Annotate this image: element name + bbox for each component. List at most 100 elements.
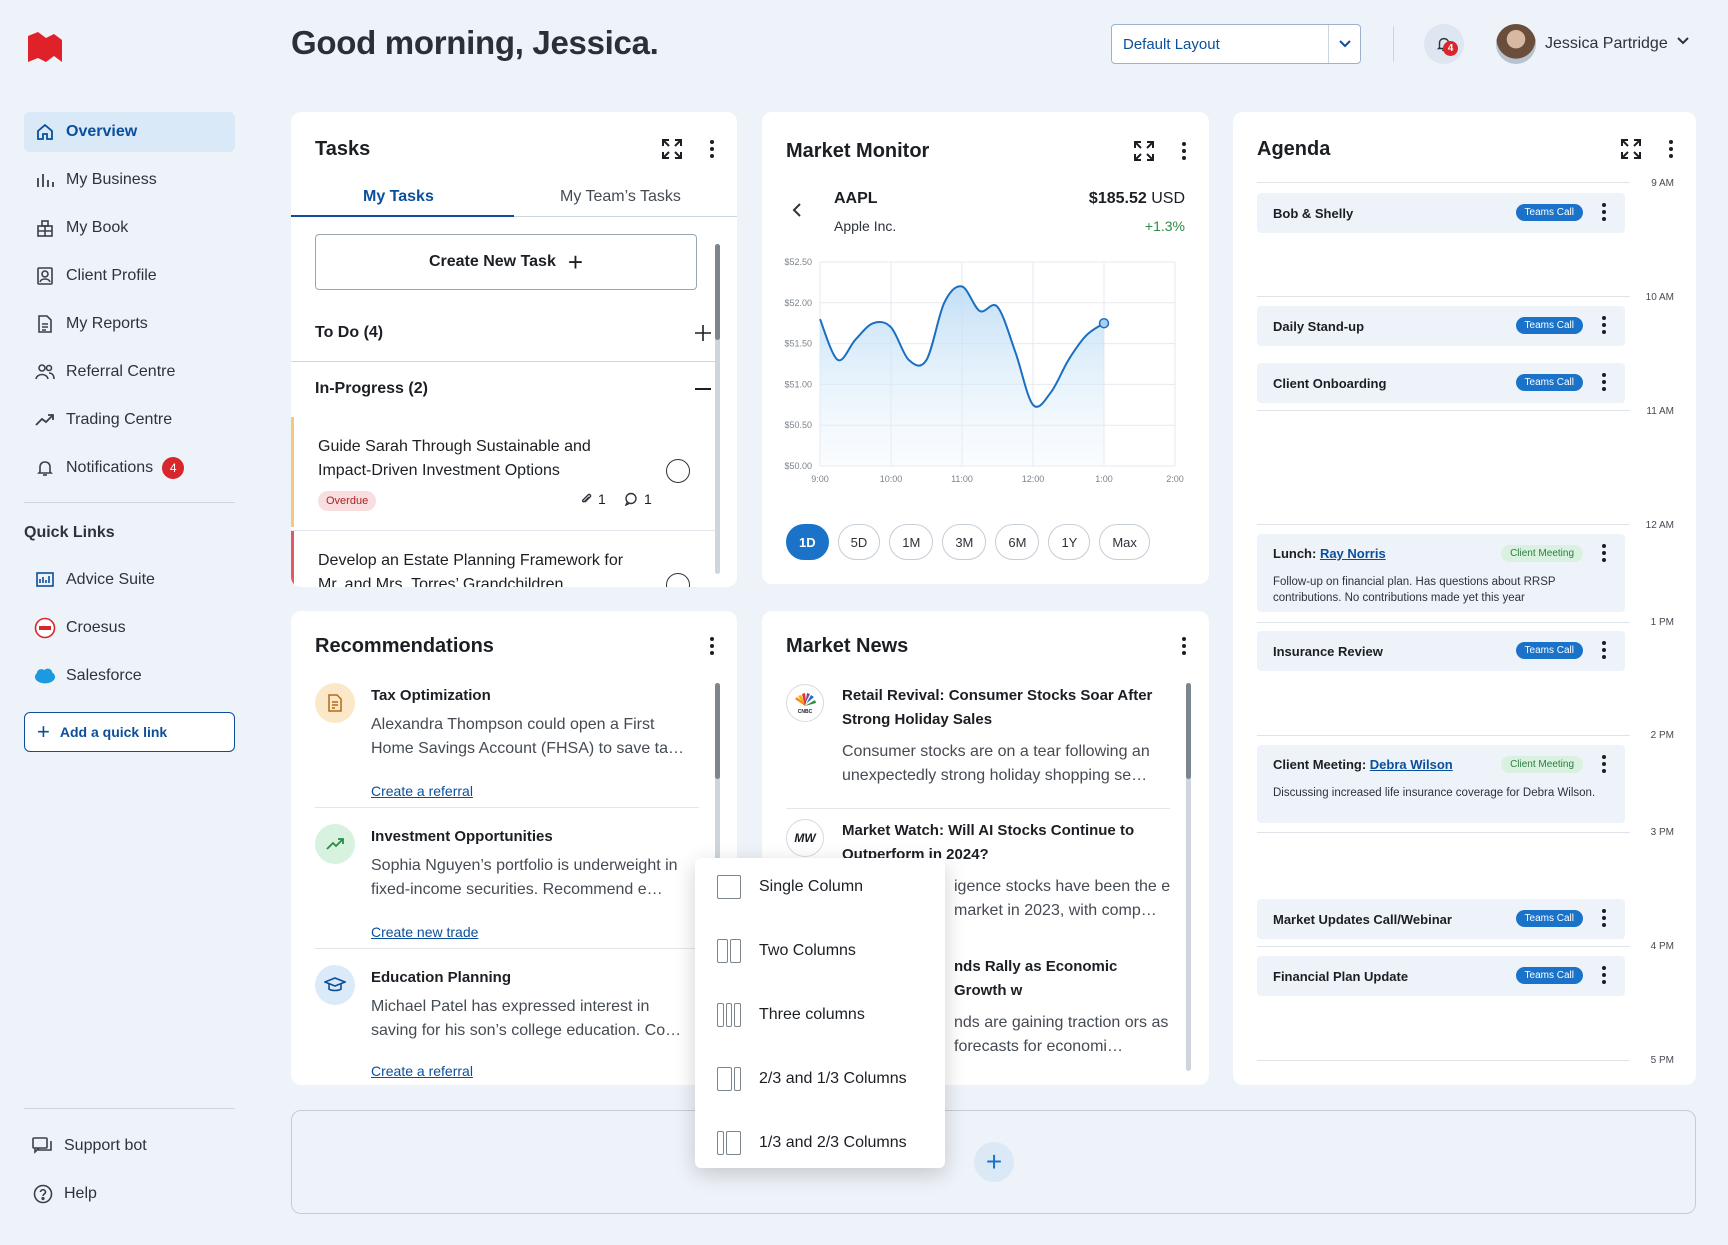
more-options-icon[interactable] [1601, 755, 1607, 773]
expand-plus-icon[interactable] [695, 325, 711, 341]
task-item[interactable]: Develop an Estate Planning Framework for… [291, 531, 715, 587]
task-complete-checkbox[interactable] [666, 459, 690, 483]
sidebar-item-client-profile[interactable]: Client Profile [24, 256, 235, 296]
brand-logo[interactable] [26, 32, 64, 66]
task-complete-checkbox[interactable] [666, 573, 690, 587]
marketwatch-logo-icon: MW [786, 819, 824, 857]
agenda-event[interactable]: Bob & Shelly Teams Call [1257, 193, 1625, 233]
tasks-card: Tasks My Tasks My Team’s Tasks Create Ne… [291, 112, 737, 587]
news-headline: Retail Revival: Consumer Stocks Soar Aft… [842, 687, 1153, 728]
range-1y-button[interactable]: 1Y [1048, 524, 1091, 560]
tab-my-tasks[interactable]: My Tasks [363, 188, 434, 206]
add-quick-link-button[interactable]: + Add a quick link [24, 712, 235, 752]
sidebar-item-my-reports[interactable]: My Reports [24, 304, 235, 344]
add-widget-plus-icon[interactable]: + [974, 1142, 1014, 1182]
client-name-link[interactable]: Ray Norris [1320, 546, 1386, 561]
agenda-event[interactable]: Lunch: Ray Norris Client Meeting Follow-… [1257, 534, 1625, 612]
more-options-icon[interactable] [1601, 373, 1607, 391]
sidebar-item-referral-centre[interactable]: Referral Centre [24, 352, 235, 392]
agenda-event[interactable]: Client Onboarding Teams Call [1257, 363, 1625, 403]
quick-link-croesus[interactable]: Croesus [24, 608, 235, 648]
sidebar-item-my-business[interactable]: My Business [24, 160, 235, 200]
notifications-button[interactable]: 4 [1424, 24, 1464, 64]
more-options-icon[interactable] [1601, 203, 1607, 221]
more-options-icon[interactable] [709, 140, 715, 158]
collapse-minus-icon[interactable] [695, 388, 711, 390]
avatar[interactable] [1496, 24, 1536, 64]
menu-item-two-thirds-one-third[interactable]: 2/3 and 1/3 Columns [717, 1067, 907, 1091]
event-type-badge: Teams Call [1515, 317, 1583, 334]
event-type-badge: Teams Call [1515, 642, 1583, 659]
more-options-icon[interactable] [1181, 637, 1187, 655]
range-6m-button[interactable]: 6M [995, 524, 1040, 560]
range-1m-button[interactable]: 1M [889, 524, 934, 560]
tasks-scrollbar[interactable] [715, 244, 720, 574]
todo-section-header[interactable]: To Do (4) [315, 324, 711, 342]
inprogress-label: In-Progress (2) [315, 380, 428, 397]
sidebar-item-label: My Reports [66, 315, 148, 332]
recommendations-tools [709, 637, 715, 655]
layout-select[interactable]: Default Layout [1111, 24, 1361, 64]
more-options-icon[interactable] [1601, 316, 1607, 334]
sidebar-item-trading-centre[interactable]: Trading Centre [24, 400, 235, 440]
agenda-event[interactable]: Client Meeting: Debra Wilson Client Meet… [1257, 745, 1625, 823]
more-options-icon[interactable] [709, 637, 715, 655]
sidebar-item-notifications[interactable]: Notifications 4 [24, 448, 235, 488]
header-divider [1393, 26, 1394, 62]
tab-my-teams-tasks[interactable]: My Team’s Tasks [560, 188, 681, 206]
more-options-icon[interactable] [1601, 909, 1607, 927]
tasks-tools [661, 138, 715, 160]
agenda-event[interactable]: Daily Stand-up Teams Call [1257, 306, 1625, 346]
time-label: 3 PM [1650, 827, 1674, 838]
more-options-icon[interactable] [1601, 966, 1607, 984]
task-item[interactable]: Guide Sarah Through Sustainable and Impa… [291, 417, 715, 527]
range-max-button[interactable]: Max [1099, 524, 1150, 560]
agenda-event[interactable]: Market Updates Call/Webinar Teams Call [1257, 899, 1625, 939]
range-3m-button[interactable]: 3M [942, 524, 987, 560]
create-new-task-button[interactable]: Create New Task + [315, 234, 697, 290]
agenda-event[interactable]: Financial Plan Update Teams Call [1257, 956, 1625, 996]
chevron-down-icon[interactable] [1328, 25, 1360, 63]
sidebar-item-label: Trading Centre [66, 411, 173, 428]
recommendation-item[interactable]: Education Planning Michael Patel has exp… [315, 965, 699, 1085]
event-title: Bob & Shelly [1273, 206, 1354, 221]
sidebar-item-overview[interactable]: Overview [24, 112, 235, 152]
range-1d-button[interactable]: 1D [786, 524, 829, 560]
news-item[interactable]: CNBC Retail Revival: Consumer Stocks Soa… [786, 684, 1170, 804]
quick-links: Advice Suite Croesus Salesforce [24, 560, 235, 704]
expand-icon[interactable] [1620, 138, 1642, 160]
more-options-icon[interactable] [1181, 142, 1187, 160]
create-referral-link[interactable]: Create a referral [371, 783, 473, 799]
agenda-tools [1620, 138, 1674, 160]
user-name[interactable]: Jessica Partridge [1545, 35, 1668, 53]
client-name-link[interactable]: Debra Wilson [1370, 757, 1453, 772]
help-link[interactable]: Help [24, 1174, 235, 1214]
menu-item-one-third-two-thirds[interactable]: 1/3 and 2/3 Columns [717, 1131, 907, 1155]
menu-item-three-columns[interactable]: Three columns [717, 1003, 865, 1027]
recommendation-item[interactable]: Tax Optimization Alexandra Thompson coul… [315, 683, 699, 803]
support-bot-link[interactable]: Support bot [24, 1126, 235, 1166]
quick-link-salesforce[interactable]: Salesforce [24, 656, 235, 696]
more-options-icon[interactable] [1601, 641, 1607, 659]
more-options-icon[interactable] [1668, 140, 1674, 158]
y-tick-label: $51.50 [784, 339, 812, 349]
inprogress-section-header[interactable]: In-Progress (2) [315, 380, 711, 398]
user-menu-chevron-icon[interactable] [1676, 36, 1690, 46]
create-new-trade-link[interactable]: Create new trade [371, 924, 478, 940]
menu-item-two-columns[interactable]: Two Columns [717, 939, 856, 963]
recommendation-item[interactable]: Investment Opportunities Sophia Nguyen’s… [315, 824, 699, 944]
create-referral-link[interactable]: Create a referral [371, 1063, 473, 1079]
event-title: Client Meeting: Debra Wilson [1273, 757, 1453, 772]
more-options-icon[interactable] [1601, 544, 1607, 562]
quick-link-advice-suite[interactable]: Advice Suite [24, 560, 235, 600]
x-tick-label: 1:00 [1095, 474, 1113, 484]
sidebar-item-my-book[interactable]: My Book [24, 208, 235, 248]
range-5d-button[interactable]: 5D [837, 524, 881, 560]
expand-icon[interactable] [1133, 140, 1155, 162]
chevron-left-icon[interactable] [792, 202, 802, 218]
menu-item-single-column[interactable]: Single Column [717, 875, 863, 899]
expand-icon[interactable] [661, 138, 683, 160]
price-block: $185.52 USD [1089, 190, 1185, 208]
news-scrollbar[interactable] [1186, 683, 1191, 1071]
agenda-event[interactable]: Insurance Review Teams Call [1257, 631, 1625, 671]
